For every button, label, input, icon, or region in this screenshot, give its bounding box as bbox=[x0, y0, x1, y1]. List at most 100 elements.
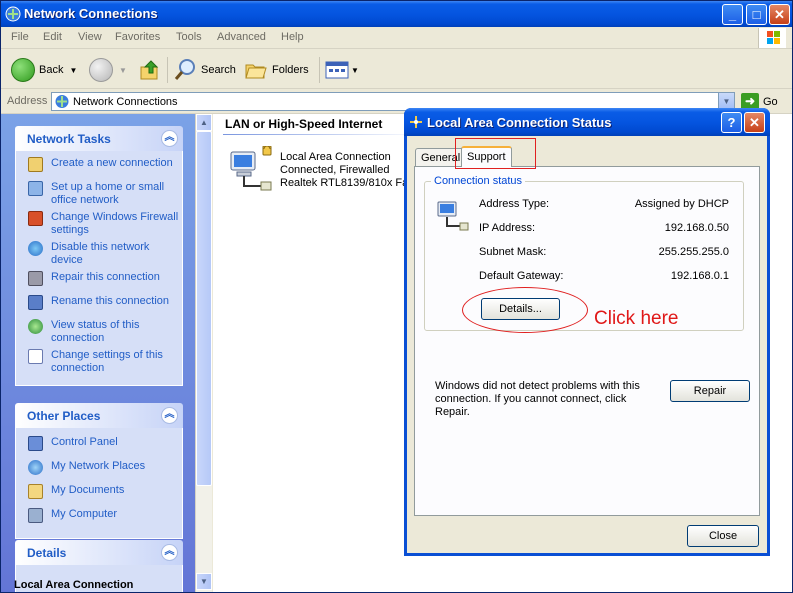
network-connections-icon bbox=[5, 6, 21, 22]
title-bar[interactable]: Network Connections _ □ ✕ bbox=[1, 1, 792, 27]
collapse-icon[interactable]: ︽ bbox=[161, 544, 178, 561]
task-disable-device[interactable]: Disable this network device bbox=[16, 241, 182, 267]
task-rename-connection[interactable]: Rename this connection bbox=[16, 295, 182, 315]
up-folder-button[interactable] bbox=[139, 57, 161, 83]
task-setup-home-network[interactable]: Set up a home or small office network bbox=[16, 181, 182, 207]
local-area-connection-item[interactable]: Local Area Connection Connected, Firewal… bbox=[227, 146, 409, 198]
row-value: 192.168.0.50 bbox=[664, 222, 729, 234]
forward-arrow-icon bbox=[89, 58, 113, 82]
task-label: Change Windows Firewall settings bbox=[51, 211, 179, 236]
network-places-icon bbox=[28, 460, 43, 475]
menu-tools[interactable]: Tools bbox=[176, 31, 202, 43]
task-firewall-settings[interactable]: Change Windows Firewall settings bbox=[16, 211, 182, 237]
support-tab-page: Connection status Address Type: Assigned… bbox=[414, 166, 760, 516]
dialog-title: Local Area Connection Status bbox=[427, 115, 612, 130]
other-places-header[interactable]: Other Places ︽ bbox=[15, 403, 183, 428]
close-button[interactable]: Close bbox=[687, 525, 759, 547]
repair-icon bbox=[28, 271, 43, 286]
task-create-connection[interactable]: Create a new connection bbox=[16, 157, 182, 177]
view-status-icon bbox=[28, 319, 43, 334]
task-repair-connection[interactable]: Repair this connection bbox=[16, 271, 182, 291]
scroll-down-icon[interactable]: ▼ bbox=[196, 573, 212, 590]
place-control-panel[interactable]: Control Panel bbox=[16, 436, 182, 456]
place-my-computer[interactable]: My Computer bbox=[16, 508, 182, 528]
task-view-status[interactable]: View status of this connection bbox=[16, 319, 182, 345]
details-title: Details bbox=[27, 546, 67, 560]
chevron-down-icon[interactable]: ▼ bbox=[119, 66, 127, 75]
go-label: Go bbox=[763, 95, 778, 108]
help-button[interactable]: ? bbox=[721, 112, 742, 133]
disable-device-icon bbox=[28, 241, 43, 256]
menu-file[interactable]: File bbox=[11, 31, 29, 43]
details-button-highlight bbox=[462, 287, 588, 333]
task-change-settings[interactable]: Change settings of this connection bbox=[16, 349, 182, 375]
place-my-network-places[interactable]: My Network Places bbox=[16, 460, 182, 480]
other-places-panel: Other Places ︽ Control Panel My Network … bbox=[15, 403, 183, 539]
collapse-icon[interactable]: ︽ bbox=[161, 407, 178, 424]
folders-icon bbox=[245, 64, 267, 79]
task-label: Rename this connection bbox=[51, 295, 170, 307]
back-arrow-icon bbox=[11, 58, 35, 82]
support-tab-highlight bbox=[455, 138, 536, 169]
details-header[interactable]: Details ︽ bbox=[15, 540, 183, 565]
close-window-button[interactable]: ✕ bbox=[769, 4, 790, 25]
toolbar: Back ▼ ▼ Search Folders ▼ bbox=[1, 49, 792, 89]
network-connections-icon bbox=[55, 95, 69, 108]
views-button[interactable]: ▼ bbox=[325, 57, 359, 83]
details-text: Local Area Connection bbox=[14, 579, 134, 591]
dialog-title-bar[interactable]: Local Area Connection Status ? ✕ bbox=[404, 108, 770, 136]
connection-name: Local Area Connection bbox=[280, 151, 391, 163]
diagnostic-message: Windows did not detect problems with thi… bbox=[435, 380, 640, 418]
close-dialog-button[interactable]: ✕ bbox=[744, 112, 765, 133]
task-pane: Network Tasks ︽ Create a new connection … bbox=[1, 114, 195, 592]
place-label: Control Panel bbox=[51, 436, 118, 448]
documents-folder-icon bbox=[28, 484, 43, 499]
place-label: My Computer bbox=[51, 508, 118, 520]
connection-status: Connected, Firewalled bbox=[280, 164, 390, 176]
chevron-down-icon[interactable]: ▼ bbox=[69, 66, 77, 75]
folders-button[interactable]: Folders bbox=[244, 57, 309, 83]
forward-button[interactable]: ▼ bbox=[89, 57, 127, 83]
menu-favorites[interactable]: Favorites bbox=[115, 31, 160, 43]
menu-help[interactable]: Help bbox=[281, 31, 304, 43]
scroll-thumb[interactable] bbox=[196, 131, 212, 486]
vertical-scrollbar[interactable]: ▲ ▼ bbox=[195, 114, 212, 592]
place-my-documents[interactable]: My Documents bbox=[16, 484, 182, 504]
menu-bar: File Edit View Favorites Tools Advanced … bbox=[1, 27, 792, 49]
task-label: Repair this connection bbox=[51, 271, 160, 283]
firewall-icon bbox=[28, 211, 43, 226]
search-icon bbox=[174, 59, 195, 80]
menu-view[interactable]: View bbox=[78, 31, 102, 43]
back-button[interactable]: Back ▼ bbox=[11, 57, 77, 83]
network-status-icon bbox=[437, 201, 469, 231]
row-key: Default Gateway: bbox=[479, 270, 564, 282]
row-value: Assigned by DHCP bbox=[634, 198, 729, 210]
network-connection-icon bbox=[230, 146, 272, 191]
menu-edit[interactable]: Edit bbox=[43, 31, 62, 43]
scroll-up-icon[interactable]: ▲ bbox=[196, 114, 212, 131]
network-tasks-title: Network Tasks bbox=[27, 132, 111, 146]
row-value: 192.168.0.1 bbox=[670, 270, 729, 282]
minimize-button[interactable]: _ bbox=[722, 4, 743, 25]
search-label: Search bbox=[201, 64, 236, 76]
collapse-icon[interactable]: ︽ bbox=[161, 130, 178, 147]
repair-button[interactable]: Repair bbox=[670, 380, 750, 402]
click-here-annotation: Click here bbox=[594, 308, 679, 329]
group-label: Connection status bbox=[431, 175, 526, 187]
network-tasks-header[interactable]: Network Tasks ︽ bbox=[15, 126, 183, 151]
other-places-title: Other Places bbox=[27, 409, 101, 423]
menu-advanced[interactable]: Advanced bbox=[217, 31, 266, 43]
maximize-button[interactable]: □ bbox=[746, 4, 767, 25]
home-network-icon bbox=[28, 181, 43, 196]
row-key: Subnet Mask: bbox=[479, 246, 547, 258]
task-label: Create a new connection bbox=[51, 157, 173, 169]
address-label: Address bbox=[7, 95, 48, 107]
connection-device: Realtek RTL8139/810x Fa bbox=[280, 177, 409, 189]
window-title: Network Connections bbox=[24, 6, 158, 21]
chevron-down-icon[interactable]: ▼ bbox=[351, 66, 359, 75]
network-tasks-panel: Network Tasks ︽ Create a new connection … bbox=[15, 126, 183, 386]
computer-icon bbox=[28, 508, 43, 523]
search-button[interactable]: Search bbox=[173, 57, 236, 83]
place-label: My Documents bbox=[51, 484, 125, 496]
dialog-body: General Support Connection status Addres… bbox=[407, 136, 767, 553]
